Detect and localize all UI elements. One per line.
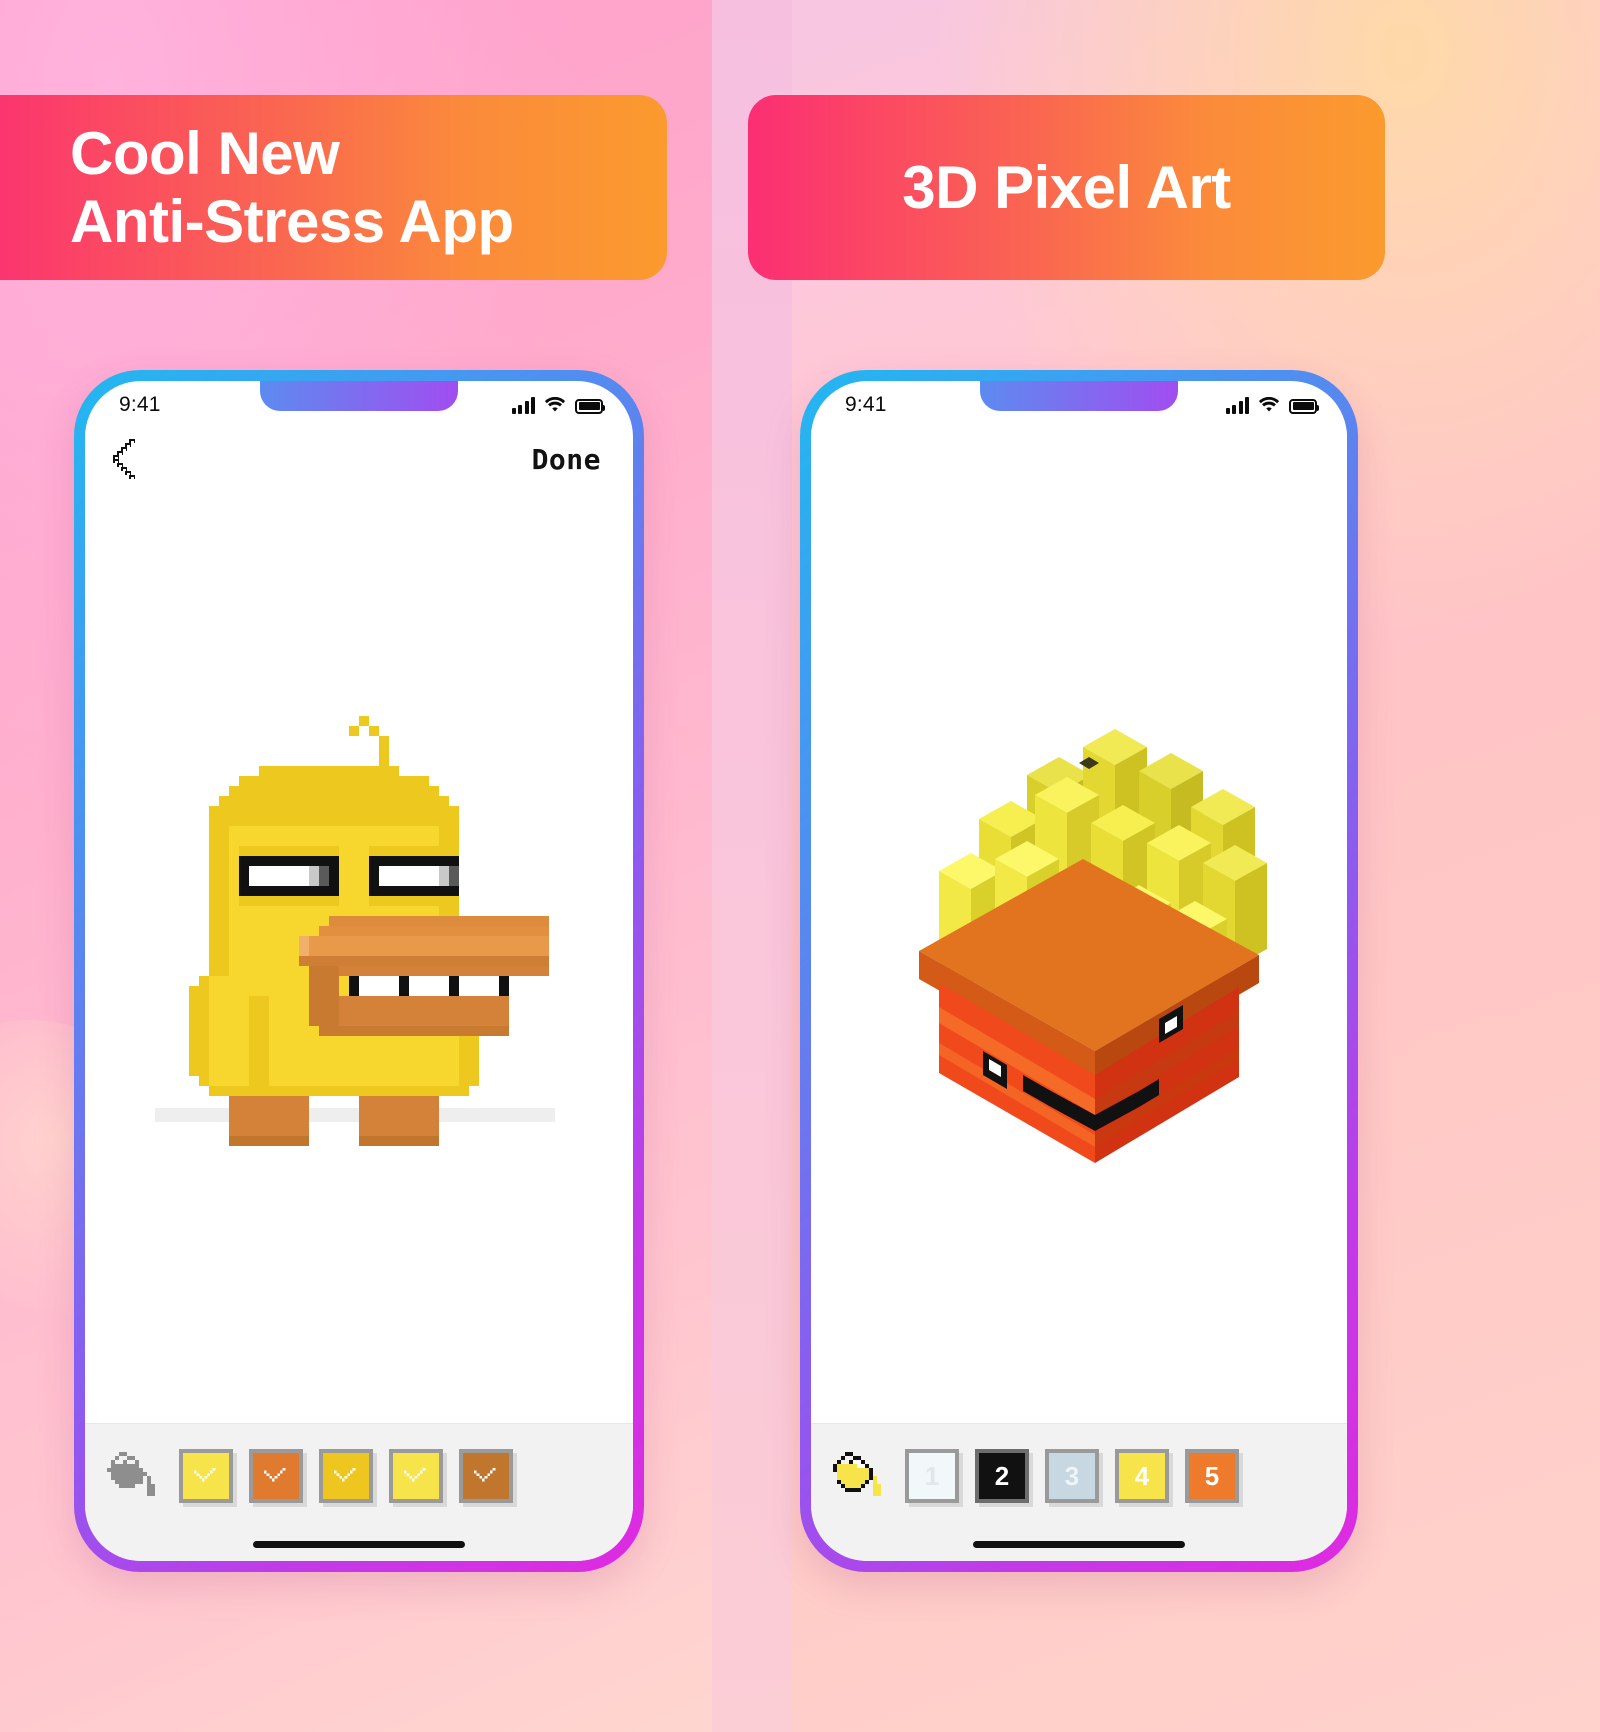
color-swatch[interactable]: 1: [905, 1448, 959, 1503]
paint-bucket-tool[interactable]: [833, 1448, 889, 1504]
wifi-icon: [544, 396, 566, 414]
banner-right-headline: 3D Pixel Art: [902, 153, 1231, 221]
check-icon: [473, 1467, 499, 1484]
status-time: 9:41: [845, 393, 887, 416]
nav-bar-left: Done: [85, 429, 633, 489]
color-palette-left[interactable]: [85, 1423, 633, 1527]
swatch-number: 2: [994, 1460, 1010, 1491]
status-time: 9:41: [119, 393, 161, 416]
swatch-number: 1: [924, 1460, 940, 1491]
duck-svg: [189, 716, 549, 1146]
check-icon: [403, 1467, 429, 1484]
color-swatch[interactable]: 3: [1045, 1448, 1099, 1503]
drawing-canvas-right[interactable]: [811, 429, 1347, 1423]
cellular-signal-icon: [1225, 396, 1249, 414]
home-indicator-left: [85, 1527, 633, 1561]
check-icon: [193, 1467, 219, 1484]
color-palette-right[interactable]: 1 2 3 4 5: [811, 1423, 1347, 1527]
app-store-screenshot: Cool New Anti-Stress App 3D Pixel Art 9:…: [0, 0, 1600, 1732]
cellular-signal-icon: [511, 396, 535, 414]
phone-mockup-right: 9:41 1 2 3 4 5: [800, 370, 1358, 1572]
color-swatch[interactable]: 4: [1115, 1448, 1169, 1503]
swatch-number: 4: [1134, 1460, 1150, 1491]
drawing-canvas-left[interactable]: [85, 489, 633, 1423]
check-icon: [333, 1467, 359, 1484]
color-swatch[interactable]: 5: [1185, 1448, 1239, 1503]
swatch-list-right[interactable]: 1 2 3 4 5: [905, 1448, 1239, 1503]
battery-icon: [1289, 398, 1319, 414]
swatch-list-left[interactable]: [179, 1448, 513, 1503]
status-icon-group: [1225, 396, 1319, 414]
check-icon: [263, 1467, 289, 1484]
phone-mockup-left: 9:41 Done: [74, 370, 644, 1572]
pixel-duck-artwork: [149, 706, 569, 1166]
voxel-fries-artwork: [859, 651, 1299, 1171]
paint-bucket-tool[interactable]: [107, 1448, 163, 1504]
fries-svg: [919, 729, 1267, 1163]
status-bar-right: 9:41: [811, 381, 1347, 429]
swatch-number: 3: [1064, 1460, 1080, 1491]
battery-icon: [575, 398, 605, 414]
color-swatch[interactable]: [389, 1448, 443, 1503]
banner-left: Cool New Anti-Stress App: [0, 95, 667, 280]
wifi-icon: [1258, 396, 1280, 414]
swatch-number: 5: [1204, 1460, 1220, 1491]
home-indicator-right: [811, 1527, 1347, 1561]
phone-screen-left: 9:41 Done: [85, 381, 633, 1561]
banner-left-headline: Cool New Anti-Stress App: [70, 120, 514, 255]
banner-right: 3D Pixel Art: [748, 95, 1385, 280]
back-chevron-icon[interactable]: [107, 437, 141, 481]
color-swatch[interactable]: [459, 1448, 513, 1503]
color-swatch[interactable]: 2: [975, 1448, 1029, 1503]
done-button[interactable]: Done: [532, 443, 601, 476]
color-swatch[interactable]: [319, 1448, 373, 1503]
color-swatch[interactable]: [249, 1448, 303, 1503]
color-swatch[interactable]: [179, 1448, 233, 1503]
status-bar-left: 9:41: [85, 381, 633, 429]
phone-screen-right: 9:41 1 2 3 4 5: [811, 381, 1347, 1561]
status-icon-group: [511, 396, 605, 414]
